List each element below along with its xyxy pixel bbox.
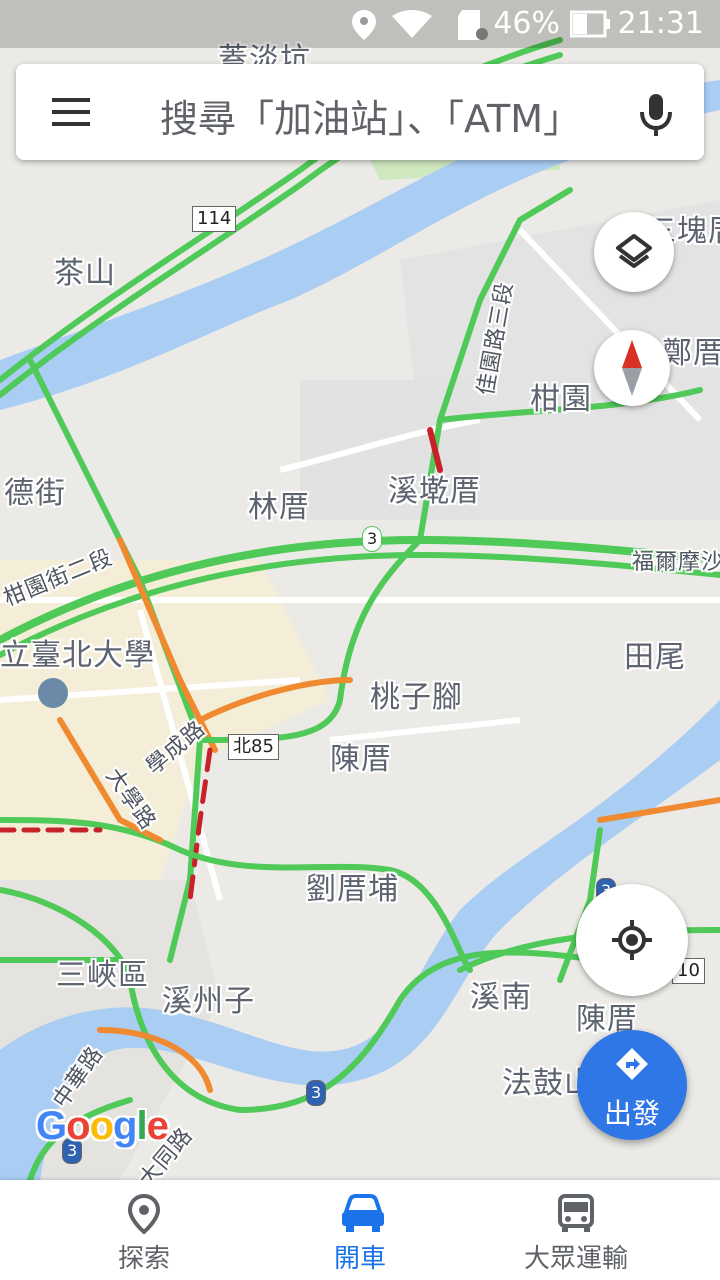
sd-card-icon: [458, 10, 488, 40]
search-bar[interactable]: 搜尋「加油站」、「ATM」: [16, 64, 704, 160]
place-label: 柑園: [530, 382, 592, 417]
route-shield: 114: [192, 206, 237, 232]
clock: 21:31: [617, 6, 704, 41]
tab-explore[interactable]: 探索: [24, 1180, 264, 1280]
battery-percent: 46%: [493, 6, 560, 41]
bus-icon: [558, 1194, 594, 1232]
microphone-icon[interactable]: [634, 90, 678, 138]
tab-label: 大眾運輸: [523, 1244, 628, 1274]
crosshair-icon: [612, 920, 652, 960]
map-view[interactable]: 蓋淡坑 茶山 三塊厝 鄭厝 柑園 德街 林厝 溪墘厝 福爾摩沙 柑園街二段 立臺…: [0, 0, 720, 1180]
route-shield: 北85: [228, 734, 279, 760]
battery-icon: [570, 10, 610, 38]
place-pin-icon: [127, 1194, 161, 1234]
menu-icon[interactable]: [52, 98, 90, 126]
location-icon: [352, 10, 376, 40]
place-label: 三峽區: [56, 958, 149, 993]
bottom-tab-bar: 探索 開車 大眾運輸: [0, 1180, 720, 1280]
place-label: 德街: [4, 476, 66, 511]
compass-icon: [622, 340, 642, 396]
compass-button[interactable]: [594, 330, 670, 406]
place-label: 立臺北大學: [0, 638, 155, 673]
route-shield: 3: [362, 526, 383, 552]
place-label: 陳厝: [330, 742, 392, 777]
go-button-label: 出發: [603, 1097, 660, 1130]
place-label: 茶山: [54, 256, 116, 291]
tab-label: 開車: [333, 1244, 386, 1274]
route-shield: 3: [306, 1080, 327, 1106]
tab-transit[interactable]: 大眾運輸: [456, 1180, 696, 1280]
google-logo: Google: [36, 1104, 169, 1148]
go-button[interactable]: 出發: [577, 1030, 687, 1140]
my-location-button[interactable]: [576, 884, 688, 996]
place-label: 劉厝埔: [306, 872, 399, 907]
place-label: 田尾: [624, 640, 686, 675]
place-label: 溪州子: [162, 984, 255, 1019]
tab-label: 探索: [117, 1244, 170, 1274]
tab-driving[interactable]: 開車: [240, 1180, 480, 1280]
place-label: 桃子腳: [370, 680, 463, 715]
university-icon: [38, 678, 68, 708]
place-label: 溪墘厝: [388, 474, 481, 509]
directions-icon: [616, 1048, 648, 1080]
place-label: 林厝: [248, 490, 310, 525]
place-label: 溪南: [470, 980, 532, 1015]
road-label: 福爾摩沙: [632, 550, 720, 575]
layers-button[interactable]: [594, 212, 674, 292]
car-icon: [342, 1194, 384, 1232]
wifi-icon: [392, 10, 432, 38]
status-bar: 46% 21:31: [0, 0, 720, 48]
search-input[interactable]: 搜尋「加油站」、「ATM」: [160, 88, 605, 143]
place-label: 鄭厝: [662, 336, 720, 371]
layers-icon: [616, 234, 652, 268]
